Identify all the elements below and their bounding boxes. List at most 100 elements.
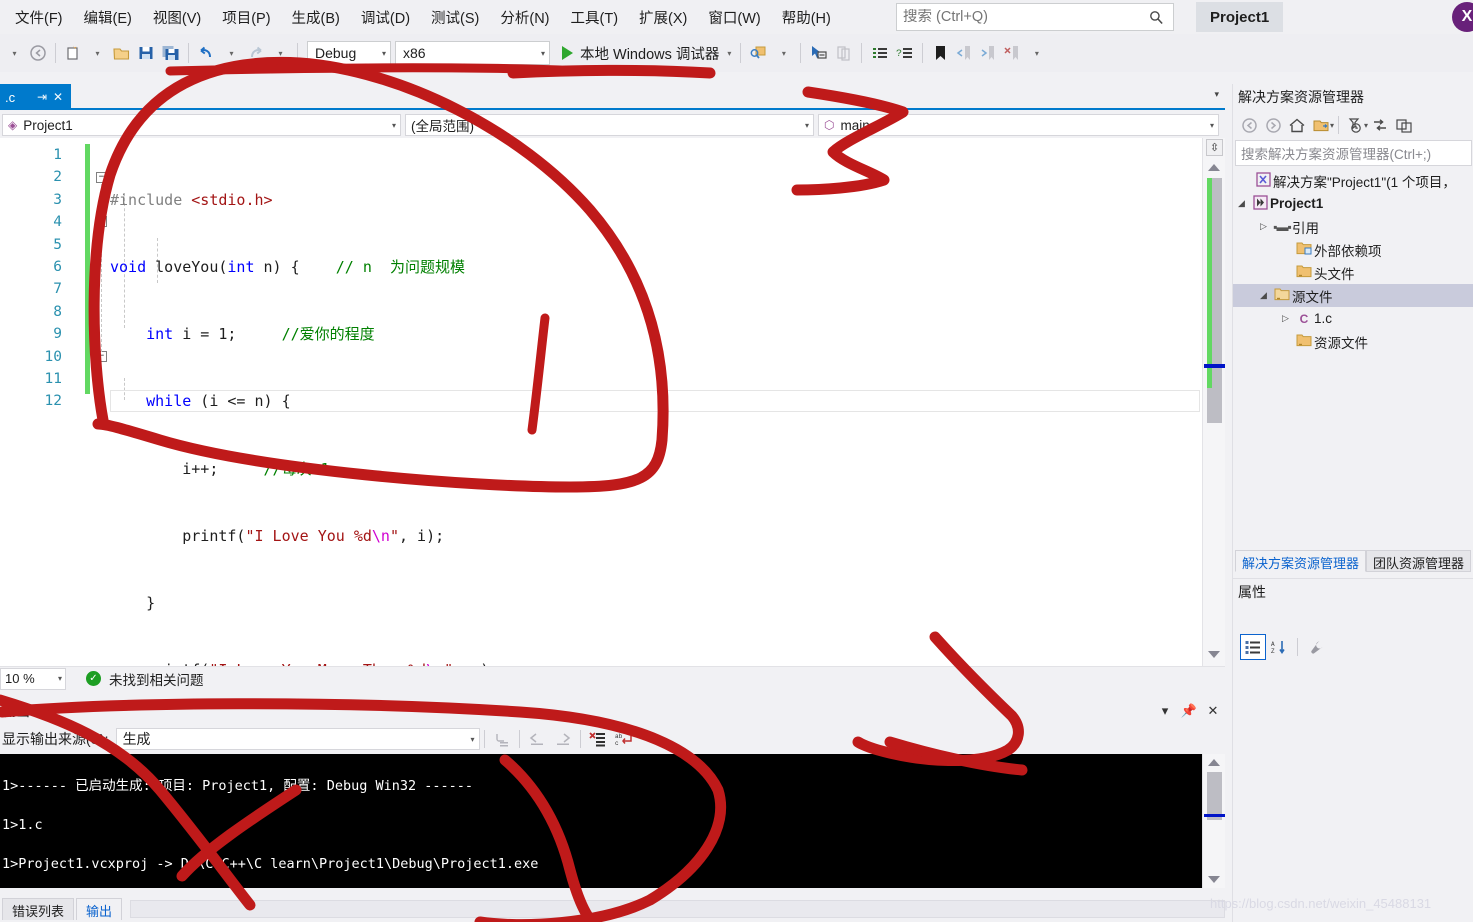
scroll-down-icon[interactable] — [1208, 651, 1220, 658]
tree-item-solution[interactable]: 解决方案"Project1"(1 个项目， — [1233, 169, 1473, 192]
redo-caret-icon[interactable]: ▾ — [268, 40, 292, 66]
scroll-up-icon[interactable] — [1208, 759, 1220, 766]
tree-item-references[interactable]: ▷ ▪▬▪ 引用 — [1233, 215, 1473, 238]
menu-item-project[interactable]: 项目(P) — [213, 3, 279, 32]
tree-item-resource-files[interactable]: 资源文件 — [1233, 330, 1473, 353]
menu-item-analyze[interactable]: 分析(N) — [491, 3, 558, 32]
menu-item-window[interactable]: 窗口(W) — [699, 3, 769, 32]
scroll-up-icon[interactable] — [1208, 164, 1220, 171]
menu-item-extensions[interactable]: 扩展(X) — [630, 3, 696, 32]
chevron-down-icon[interactable]: ▾ — [1214, 89, 1219, 100]
menu-item-help[interactable]: 帮助(H) — [773, 3, 840, 32]
tab-team-explorer[interactable]: 团队资源管理器 — [1366, 550, 1472, 572]
collapse-toggle-main[interactable]: − — [96, 351, 107, 362]
window-menu-icon[interactable]: ▾ — [1153, 703, 1177, 719]
previous-bookmark-icon[interactable] — [952, 40, 976, 66]
redo-icon[interactable] — [243, 40, 268, 66]
tree-item-project[interactable]: ◢ Project1 — [1233, 192, 1473, 215]
type-scope-dropdown[interactable]: (全局范围) ▾ — [405, 114, 814, 136]
indent-icon[interactable] — [867, 40, 892, 66]
close-icon[interactable]: ✕ — [50, 90, 66, 104]
next-message-icon[interactable] — [550, 727, 576, 751]
undo-caret-icon[interactable]: ▾ — [219, 40, 243, 66]
scrollbar-thumb[interactable] — [1207, 772, 1222, 820]
tree-twisty-collapsed[interactable]: ▷ — [1255, 221, 1272, 232]
solution-configuration-dropdown[interactable]: Debug ▾ — [307, 41, 391, 65]
collapse-toggle-function[interactable]: − — [96, 172, 107, 183]
collapse-all-icon[interactable] — [1392, 113, 1416, 137]
editor-vertical-scrollbar[interactable]: ⇳ — [1202, 138, 1225, 666]
select-tool-icon[interactable] — [806, 40, 831, 66]
menu-item-debug[interactable]: 调试(D) — [352, 3, 419, 32]
tree-item-source-files[interactable]: ◢ 源文件 — [1233, 284, 1473, 307]
drag-handle[interactable] — [1372, 96, 1473, 98]
go-to-message-icon[interactable] — [489, 727, 515, 751]
undo-icon[interactable] — [194, 40, 219, 66]
tree-item-file-1c[interactable]: ▷ C 1.c — [1233, 307, 1473, 330]
code-editor[interactable]: 1 2 3 4 5 6 7 8 9 10 11 12 − − − #includ… — [0, 138, 1202, 666]
back-icon[interactable] — [1237, 113, 1261, 137]
chevron-down-icon[interactable]: ▾ — [1330, 121, 1334, 130]
save-all-icon[interactable] — [158, 40, 183, 66]
menu-item-test[interactable]: 测试(S) — [422, 3, 488, 32]
comment-icon[interactable]: ? — [892, 40, 917, 66]
output-console[interactable]: 1>------ 已启动生成: 项目: Project1, 配置: Debug … — [0, 754, 1202, 888]
bookmark-icon[interactable] — [928, 40, 952, 66]
previous-message-icon[interactable] — [524, 727, 550, 751]
tab-solution-explorer[interactable]: 解决方案资源管理器 — [1235, 550, 1367, 572]
clear-bookmarks-icon[interactable] — [1000, 40, 1024, 66]
pin-icon[interactable]: 📌 — [1177, 703, 1201, 719]
alphabetical-sort-icon[interactable]: AZ — [1266, 634, 1292, 660]
toggle-word-wrap-icon[interactable]: ab c — [611, 727, 637, 751]
tree-item-external-dependencies[interactable]: 外部依赖项 — [1233, 238, 1473, 261]
attach-caret-icon[interactable]: ▾ — [771, 40, 795, 66]
tree-twisty-expanded[interactable]: ◢ — [1255, 290, 1272, 301]
zoom-level-dropdown[interactable]: 10 % ▾ — [0, 667, 66, 690]
categorized-view-icon[interactable] — [1240, 634, 1266, 660]
menu-item-build[interactable]: 生成(B) — [283, 3, 349, 32]
drag-handle[interactable] — [1274, 591, 1473, 593]
save-icon[interactable] — [134, 40, 158, 66]
close-icon[interactable]: ✕ — [1201, 703, 1225, 719]
pin-icon[interactable]: ⇥ — [34, 90, 50, 104]
solution-explorer-search-input[interactable]: 搜索解决方案资源管理器(Ctrl+;) — [1235, 140, 1472, 166]
clear-all-icon[interactable] — [585, 727, 611, 751]
home-icon[interactable] — [1285, 113, 1309, 137]
new-project-caret-icon[interactable]: ▾ — [85, 40, 109, 66]
quick-search-box[interactable] — [896, 3, 1174, 31]
forward-icon[interactable] — [1261, 113, 1285, 137]
document-tab-1c[interactable]: .c ⇥ ✕ — [0, 84, 71, 110]
drag-handle[interactable] — [38, 710, 1145, 712]
back-nav-caret-icon[interactable]: ▾ — [2, 40, 26, 66]
menu-item-edit[interactable]: 编辑(E) — [75, 3, 141, 32]
tree-item-header-files[interactable]: 头文件 — [1233, 261, 1473, 284]
svg-text:ab: ab — [615, 733, 623, 740]
toolbar-overflow-icon[interactable]: ▾ — [1024, 40, 1048, 66]
menu-item-view[interactable]: 视图(V) — [144, 3, 210, 32]
split-view-handle[interactable]: ⇳ — [1206, 139, 1223, 156]
member-scope-dropdown[interactable]: ⬡ main ▾ — [818, 114, 1219, 136]
solution-platform-dropdown[interactable]: x86 ▾ — [395, 41, 550, 65]
output-source-dropdown[interactable]: 生成 ▾ — [115, 728, 480, 750]
output-vertical-scrollbar[interactable] — [1202, 754, 1225, 888]
copy-tool-icon[interactable] — [831, 40, 856, 66]
menu-item-file[interactable]: 文件(F) — [6, 3, 72, 32]
tree-twisty-expanded[interactable]: ◢ — [1233, 198, 1250, 209]
scroll-down-icon[interactable] — [1208, 876, 1220, 883]
tab-output[interactable]: 输出 — [76, 898, 123, 920]
open-file-icon[interactable] — [109, 40, 134, 66]
menu-item-tools[interactable]: 工具(T) — [562, 3, 628, 32]
next-bookmark-icon[interactable] — [976, 40, 1000, 66]
start-debugging-button[interactable]: 本地 Windows 调试器 ▾ — [558, 40, 735, 66]
new-project-icon[interactable] — [61, 40, 85, 66]
chevron-down-icon: ▾ — [1209, 120, 1214, 130]
active-project-chip[interactable]: Project1 — [1196, 2, 1284, 32]
attach-to-process-icon[interactable] — [746, 40, 771, 66]
tree-twisty-collapsed[interactable]: ▷ — [1277, 313, 1294, 324]
property-pages-icon[interactable] — [1303, 634, 1329, 660]
search-input[interactable] — [897, 9, 1145, 25]
tab-error-list[interactable]: 错误列表 — [2, 898, 75, 920]
navigate-backward-icon[interactable] — [26, 40, 50, 66]
project-scope-dropdown[interactable]: ◈ Project1 ▾ — [2, 114, 402, 136]
show-all-files-icon[interactable] — [1368, 113, 1392, 137]
